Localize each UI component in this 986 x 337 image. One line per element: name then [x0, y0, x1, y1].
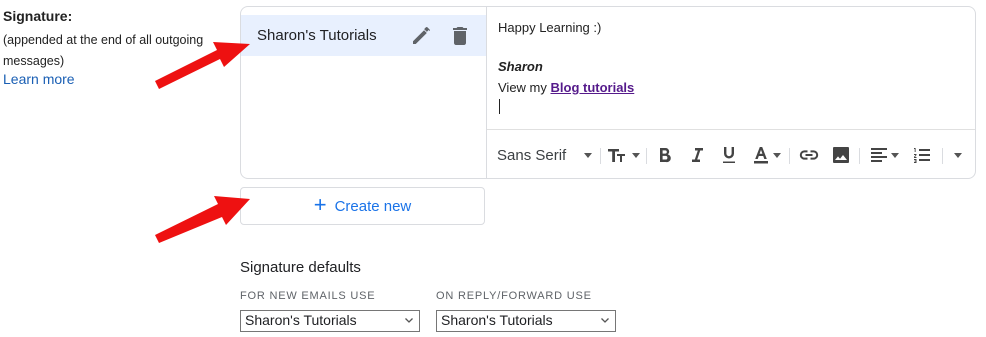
link-icon[interactable] — [797, 142, 821, 168]
signature-line-greeting: Happy Learning :) — [498, 20, 602, 35]
signature-item-name: Sharon's Tutorials — [257, 27, 377, 44]
signature-line-blog: View my Blog tutorials — [498, 80, 634, 95]
toolbar-divider — [646, 148, 647, 164]
font-dropdown[interactable]: Sans Serif — [497, 142, 597, 168]
signature-panel: Sharon's Tutorials Happy Learning :) Sha… — [240, 6, 976, 179]
reply-forward-selected-value: Sharon's Tutorials — [441, 312, 553, 328]
pencil-icon[interactable] — [409, 24, 433, 48]
align-icon[interactable] — [866, 142, 902, 168]
toolbar-divider — [600, 148, 601, 164]
new-emails-label: FOR NEW EMAILS USE — [240, 290, 376, 302]
text-color-icon[interactable] — [749, 142, 785, 168]
toolbar-divider — [859, 148, 860, 164]
chevron-down-icon — [954, 152, 962, 158]
new-emails-signature-select[interactable]: Sharon's Tutorials — [240, 310, 420, 332]
chevron-down-icon — [405, 318, 413, 323]
signature-heading: Signature: — [3, 8, 73, 24]
chevron-down-icon — [601, 318, 609, 323]
reply-forward-signature-select[interactable]: Sharon's Tutorials — [436, 310, 616, 332]
toolbar-divider — [789, 148, 790, 164]
bold-icon[interactable] — [653, 142, 677, 168]
toolbar-divider — [942, 148, 943, 164]
blog-tutorials-link[interactable]: Blog tutorials — [551, 80, 635, 95]
reply-forward-label: ON REPLY/FORWARD USE — [436, 290, 592, 302]
signature-blog-prefix: View my — [498, 80, 551, 95]
signature-defaults-title: Signature defaults — [240, 259, 361, 276]
font-label: Sans Serif — [497, 146, 567, 164]
italic-icon[interactable] — [685, 142, 709, 168]
create-new-label: Create new — [334, 197, 412, 215]
formatting-toolbar: Sans Serif — [487, 129, 975, 178]
red-arrow-annotation — [155, 42, 250, 89]
learn-more-link[interactable]: Learn more — [3, 71, 75, 87]
underline-icon[interactable] — [717, 142, 741, 168]
create-new-button[interactable]: + Create new — [240, 187, 485, 225]
numbered-list-icon[interactable] — [910, 142, 934, 168]
signature-editor[interactable]: Happy Learning :) Sharon View my Blog tu… — [487, 7, 975, 129]
text-cursor — [499, 99, 500, 114]
text-size-icon[interactable] — [605, 142, 641, 168]
trash-icon[interactable] — [448, 24, 472, 48]
more-formatting-icon[interactable] — [949, 142, 967, 168]
new-emails-selected-value: Sharon's Tutorials — [245, 312, 357, 328]
red-arrow-annotation — [155, 196, 250, 243]
chevron-down-icon — [584, 152, 593, 158]
signature-list: Sharon's Tutorials — [241, 7, 487, 178]
plus-icon: + — [313, 191, 327, 217]
image-icon[interactable] — [829, 142, 853, 168]
signature-line-name: Sharon — [498, 59, 543, 74]
signature-list-item[interactable]: Sharon's Tutorials — [241, 15, 486, 56]
